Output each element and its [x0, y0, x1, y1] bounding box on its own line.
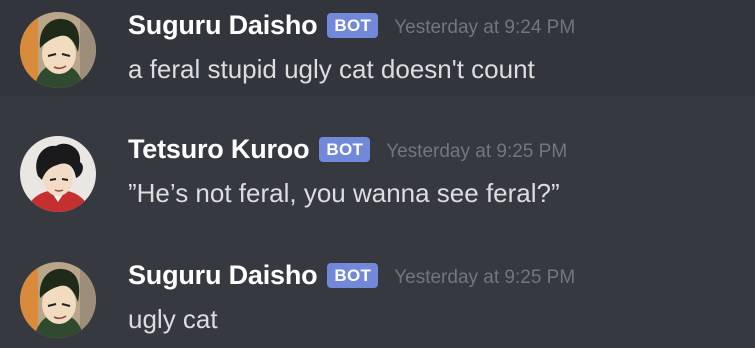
timestamp[interactable]: Yesterday at 9:25 PM [386, 141, 567, 163]
bot-tag: BOT [319, 137, 371, 162]
message-item[interactable]: Suguru Daisho BOT Yesterday at 9:25 PM u… [0, 244, 755, 348]
message-content: ”He’s not feral, you wanna see feral?” [128, 178, 560, 208]
suguru-daisho-avatar[interactable] [20, 12, 96, 88]
timestamp[interactable]: Yesterday at 9:24 PM [394, 17, 575, 39]
message-item[interactable]: Tetsuro Kuroo BOT Yesterday at 9:25 PM ”… [0, 118, 755, 222]
username[interactable]: Suguru Daisho [128, 260, 318, 291]
tetsuro-kuroo-avatar[interactable] [20, 136, 96, 212]
message-content: ugly cat [128, 304, 218, 334]
username[interactable]: Suguru Daisho [128, 10, 318, 41]
message-item[interactable]: Suguru Daisho BOT Yesterday at 9:24 PM a… [0, 0, 755, 96]
message-header: Suguru Daisho BOT Yesterday at 9:24 PM [128, 10, 575, 41]
chat-message-list: Suguru Daisho BOT Yesterday at 9:24 PM a… [0, 0, 755, 348]
bot-tag: BOT [327, 13, 379, 38]
suguru-daisho-avatar[interactable] [20, 262, 96, 338]
timestamp[interactable]: Yesterday at 9:25 PM [394, 267, 575, 289]
username[interactable]: Tetsuro Kuroo [128, 134, 310, 165]
message-header: Suguru Daisho BOT Yesterday at 9:25 PM [128, 260, 575, 291]
message-header: Tetsuro Kuroo BOT Yesterday at 9:25 PM [128, 134, 567, 165]
message-content: a feral stupid ugly cat doesn't count [128, 54, 535, 84]
bot-tag: BOT [327, 263, 379, 288]
